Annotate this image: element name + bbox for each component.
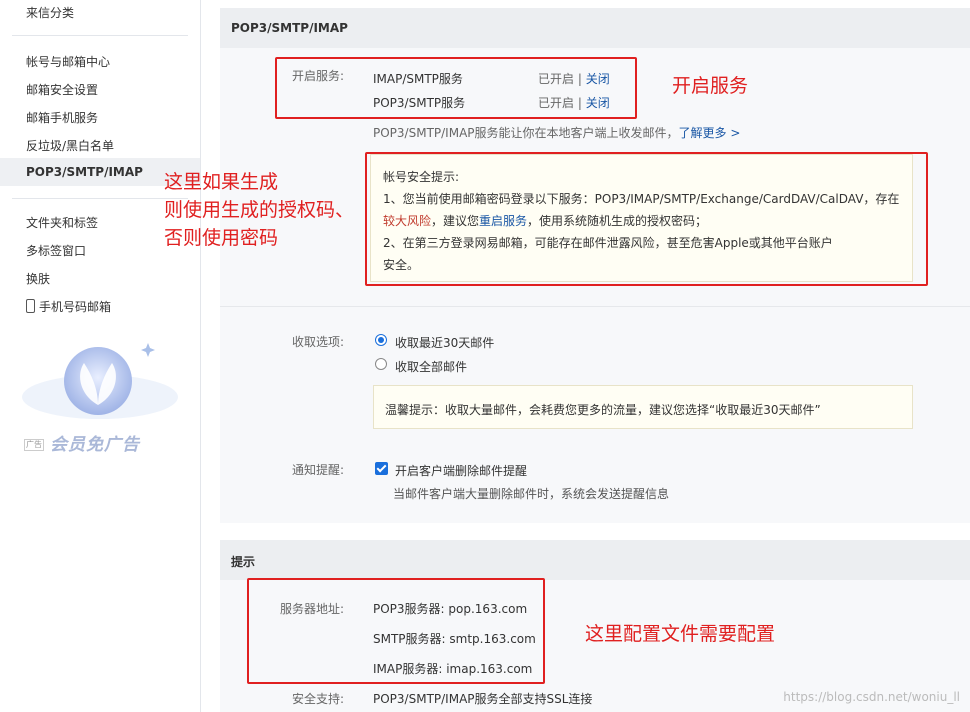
sidebar-item-antispam[interactable]: 反垃圾/黑白名单	[26, 137, 114, 154]
vip-leaf-icon	[22, 343, 178, 419]
notify-checkbox[interactable]	[375, 462, 388, 475]
radio-recent-30-days[interactable]	[375, 334, 387, 346]
receive-tip-text: 温馨提示：收取大量邮件，会耗费您更多的流量，建议您选择“收取最近30天邮件”	[385, 403, 821, 417]
notify-label: 通知提醒:	[292, 463, 345, 477]
panel-title: 提示	[231, 555, 256, 569]
watermark: https://blog.csdn.net/woniu_ll	[783, 690, 960, 704]
radio-label: 收取全部邮件	[395, 360, 468, 374]
panel-header: 提示	[220, 540, 970, 580]
ssl-text: POP3/SMTP/IMAP服务全部支持SSL连接	[373, 692, 593, 706]
service-description: POP3/SMTP/IMAP服务能让你在本地客户端上收发邮件，了解更多 >	[373, 124, 740, 141]
panel-title: POP3/SMTP/IMAP	[231, 21, 348, 35]
ad-badge: 广告	[24, 439, 44, 451]
receive-options-label: 收取选项:	[292, 335, 345, 349]
phone-icon	[26, 299, 35, 313]
annotation-box-servers	[247, 578, 545, 684]
annotation-config: 这里配置文件需要配置	[585, 623, 776, 645]
radio-label: 收取最近30天邮件	[395, 336, 495, 350]
annotation-auth-line2: 则使用生成的授权码、	[164, 199, 355, 221]
vip-promo[interactable]: 广告 会员免广告	[20, 335, 185, 455]
sidebar-item-mail-category[interactable]: 来信分类	[26, 4, 74, 21]
ssl-label: 安全支持:	[292, 692, 345, 706]
radio-all-mail[interactable]	[375, 358, 387, 370]
receive-tip-box: 温馨提示：收取大量邮件，会耗费您更多的流量，建议您选择“收取最近30天邮件”	[373, 385, 913, 429]
panel-header: POP3/SMTP/IMAP	[220, 8, 970, 48]
annotation-auth-line3: 否则使用密码	[164, 227, 279, 249]
sidebar-item-mobile-service[interactable]: 邮箱手机服务	[26, 109, 98, 126]
sidebar-item-label: 手机号码邮箱	[39, 300, 112, 314]
annotation-box-services	[275, 57, 637, 119]
sidebar-divider	[12, 198, 188, 199]
annotation-box-security	[365, 152, 928, 286]
description-text: POP3/SMTP/IMAP服务能让你在本地客户端上收发邮件，	[373, 126, 679, 140]
learn-more-link[interactable]: 了解更多 >	[679, 126, 741, 140]
sidebar-item-folders-tags[interactable]: 文件夹和标签	[26, 214, 98, 231]
sidebar-item-account-center[interactable]: 帐号与邮箱中心	[26, 53, 110, 70]
annotation-enable-service: 开启服务	[672, 75, 749, 97]
sidebar-item-security-settings[interactable]: 邮箱安全设置	[26, 81, 98, 98]
sidebar-divider	[12, 35, 188, 36]
sidebar: 来信分类 帐号与邮箱中心 邮箱安全设置 邮箱手机服务 反垃圾/黑白名单 POP3…	[0, 0, 201, 712]
promo-text: 会员免广告	[50, 435, 140, 455]
sidebar-item-skin[interactable]: 换肤	[26, 270, 50, 287]
annotation-auth-line1: 这里如果生成	[164, 171, 279, 193]
sidebar-item-phone-mailbox[interactable]: 手机号码邮箱	[26, 298, 111, 315]
notify-checkbox-label: 开启客户端删除邮件提醒	[395, 464, 528, 478]
section-divider	[220, 306, 970, 307]
sidebar-item-multi-tab[interactable]: 多标签窗口	[26, 242, 86, 259]
notify-description: 当邮件客户端大量删除邮件时，系统会发送提醒信息	[393, 487, 670, 501]
